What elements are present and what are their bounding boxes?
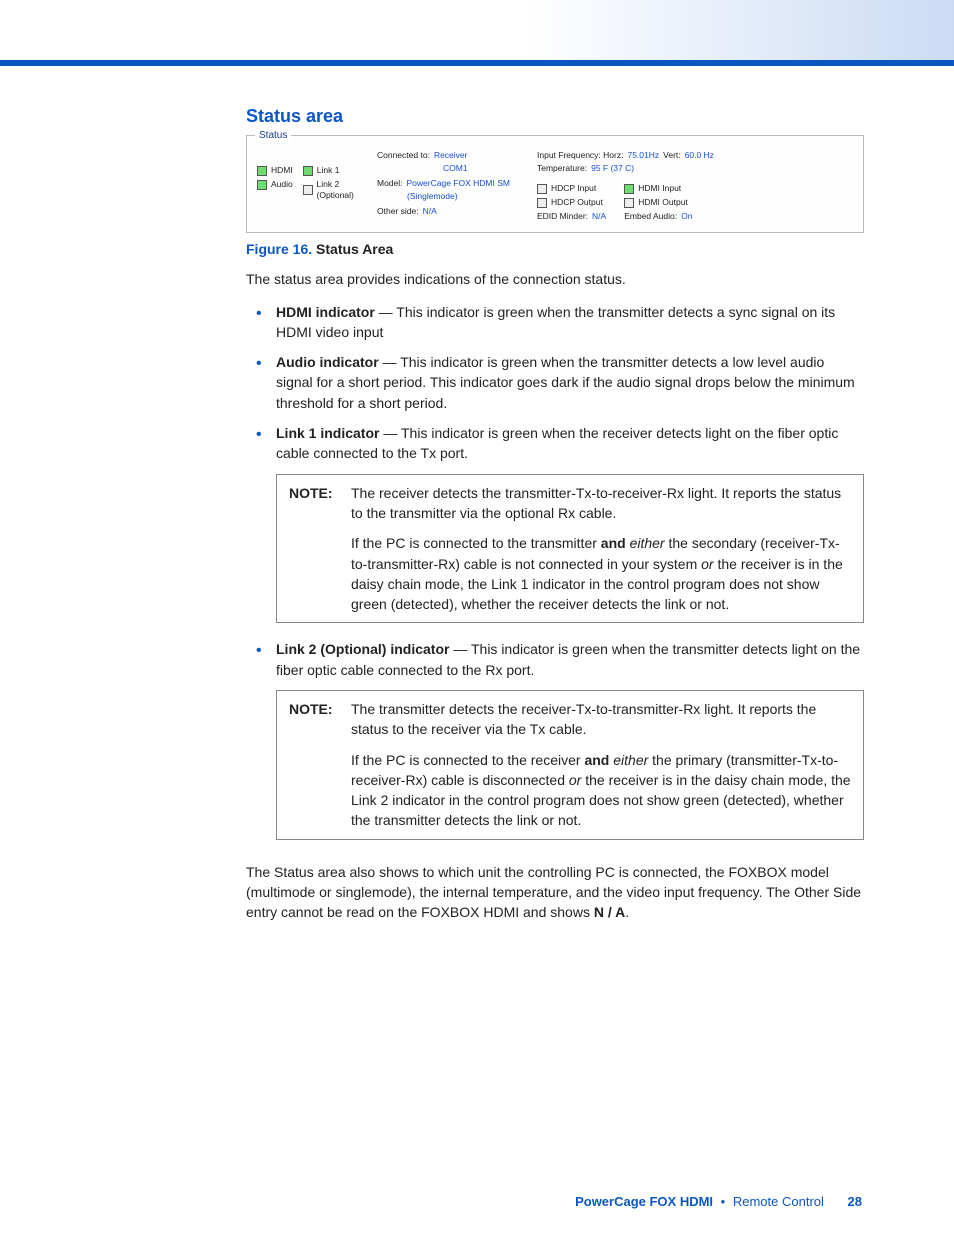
model-label: Model:: [377, 178, 403, 189]
bullet-link1: Link 1 indicator — This indicator is gre…: [246, 423, 864, 464]
hdmi-output-label: HDMI Output: [638, 197, 688, 208]
note-box-2: NOTE: The transmitter detects the receiv…: [276, 690, 864, 840]
bullet-link2-term: Link 2 (Optional) indicator: [276, 641, 449, 657]
bullet-audio: Audio indicator — This indicator is gree…: [246, 352, 864, 413]
intro-paragraph: The status area provides indications of …: [246, 269, 864, 289]
hdmi-input-icon: [624, 184, 634, 194]
closing-paragraph: The Status area also shows to which unit…: [246, 862, 864, 923]
model-value1: PowerCage FOX HDMI SM: [407, 178, 510, 189]
embed-value: On: [681, 211, 692, 222]
bullet-list-2: Link 2 (Optional) indicator — This indic…: [246, 639, 864, 680]
connected-to-value2: COM1: [443, 163, 468, 174]
connected-to-value1: Receiver: [434, 150, 468, 161]
embed-label: Embed Audio:: [624, 211, 677, 222]
audio-indicator-icon: [257, 180, 267, 190]
page-footer: PowerCage FOX HDMI • Remote Control 28: [0, 1194, 954, 1209]
note1-label: NOTE:: [289, 483, 351, 524]
bullet-link1-term: Link 1 indicator: [276, 425, 379, 441]
inputfreq-v: 60.0 Hz: [685, 150, 714, 161]
hdmi-input-label: HDMI Input: [638, 183, 681, 194]
inputfreq-v-label: Vert:: [663, 150, 680, 161]
footer-doc-title: PowerCage FOX HDMI: [575, 1194, 713, 1209]
otherside-label: Other side:: [377, 206, 419, 217]
footer-page-number: 28: [828, 1194, 862, 1209]
note1-p1: The receiver detects the transmitter-Tx-…: [351, 483, 851, 524]
note1-p2: If the PC is connected to the transmitte…: [351, 533, 851, 614]
hdmi-indicator-icon: [257, 166, 267, 176]
link1-indicator-label: Link 1: [317, 165, 340, 176]
connected-to-label: Connected to:: [377, 150, 430, 161]
temp-label: Temperature:: [537, 163, 587, 174]
footer-section: Remote Control: [733, 1194, 824, 1209]
note-box-1: NOTE: The receiver detects the transmitt…: [276, 474, 864, 624]
bullet-list: HDMI indicator — This indicator is green…: [246, 302, 864, 464]
header-gradient-bar: [0, 0, 954, 66]
footer-separator-icon: •: [717, 1194, 730, 1209]
bullet-audio-term: Audio indicator: [276, 354, 379, 370]
section-heading: Status area: [246, 106, 864, 127]
figure-number: Figure 16.: [246, 241, 312, 257]
inputfreq-h: 75.01Hz: [627, 150, 659, 161]
temp-value: 95 F (37 C): [591, 163, 634, 174]
bullet-hdmi: HDMI indicator — This indicator is green…: [246, 302, 864, 343]
note2-label: NOTE:: [289, 699, 351, 740]
note2-p2: If the PC is connected to the receiver a…: [351, 750, 851, 831]
page-content: Status area Status HDMI Audio Link 1 Lin…: [0, 66, 954, 923]
status-panel-legend: Status: [255, 129, 291, 142]
figure-caption: Figure 16. Status Area: [246, 241, 864, 257]
link2-indicator-icon: [303, 185, 313, 195]
bullet-hdmi-term: HDMI indicator: [276, 304, 375, 320]
link1-indicator-icon: [303, 166, 313, 176]
link2-indicator-label: Link 2 (Optional): [317, 179, 377, 201]
hdmi-indicator-label: HDMI: [271, 165, 293, 176]
inputfreq-label: Input Frequency: Horz:: [537, 150, 623, 161]
edid-value: N/A: [592, 211, 606, 222]
hdcp-input-label: HDCP Input: [551, 183, 596, 194]
note2-p1: The transmitter detects the receiver-Tx-…: [351, 699, 851, 740]
figure-title: Status Area: [316, 241, 393, 257]
hdcp-output-label: HDCP Output: [551, 197, 603, 208]
audio-indicator-label: Audio: [271, 179, 293, 190]
bullet-link2: Link 2 (Optional) indicator — This indic…: [246, 639, 864, 680]
hdcp-output-icon: [537, 198, 547, 208]
model-value2: (Singlemode): [407, 191, 458, 202]
hdmi-output-icon: [624, 198, 634, 208]
hdcp-input-icon: [537, 184, 547, 194]
otherside-value: N/A: [423, 206, 437, 217]
edid-label: EDID Minder:: [537, 211, 588, 222]
status-panel-figure: Status HDMI Audio Link 1 Link 2 (Optiona…: [246, 135, 864, 233]
